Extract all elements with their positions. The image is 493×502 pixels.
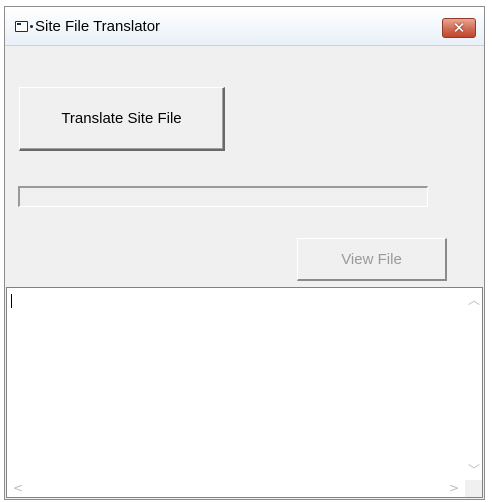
translate-button-label: Translate Site File — [61, 110, 182, 127]
chevron-down-icon[interactable]: ﹀ — [468, 464, 480, 476]
close-icon: ✕ — [452, 20, 466, 37]
chevron-left-icon[interactable]: < — [13, 482, 23, 494]
app-window: Site File Translator ✕ Translate Site Fi… — [4, 6, 485, 500]
chevron-right-icon[interactable]: > — [449, 482, 459, 494]
title-bar[interactable]: Site File Translator ✕ — [5, 7, 484, 46]
progress-bar — [18, 186, 428, 207]
text-caret — [11, 294, 12, 308]
output-text-area[interactable]: ︿ ﹀ < > — [6, 287, 483, 498]
window-title: Site File Translator — [35, 18, 161, 35]
chevron-up-icon[interactable]: ︿ — [468, 294, 480, 306]
vertical-scrollbar[interactable]: ︿ ﹀ — [465, 288, 482, 480]
app-window-icon[interactable] — [15, 21, 33, 32]
scrollbar-corner — [465, 480, 482, 497]
view-file-button: View File — [297, 238, 447, 281]
view-button-label: View File — [341, 250, 402, 268]
horizontal-scrollbar[interactable]: < > — [7, 480, 465, 497]
client-area: Translate Site File View File ︿ ﹀ < > — [6, 46, 483, 498]
close-button[interactable]: ✕ — [442, 18, 476, 38]
translate-site-file-button[interactable]: Translate Site File — [19, 87, 225, 151]
